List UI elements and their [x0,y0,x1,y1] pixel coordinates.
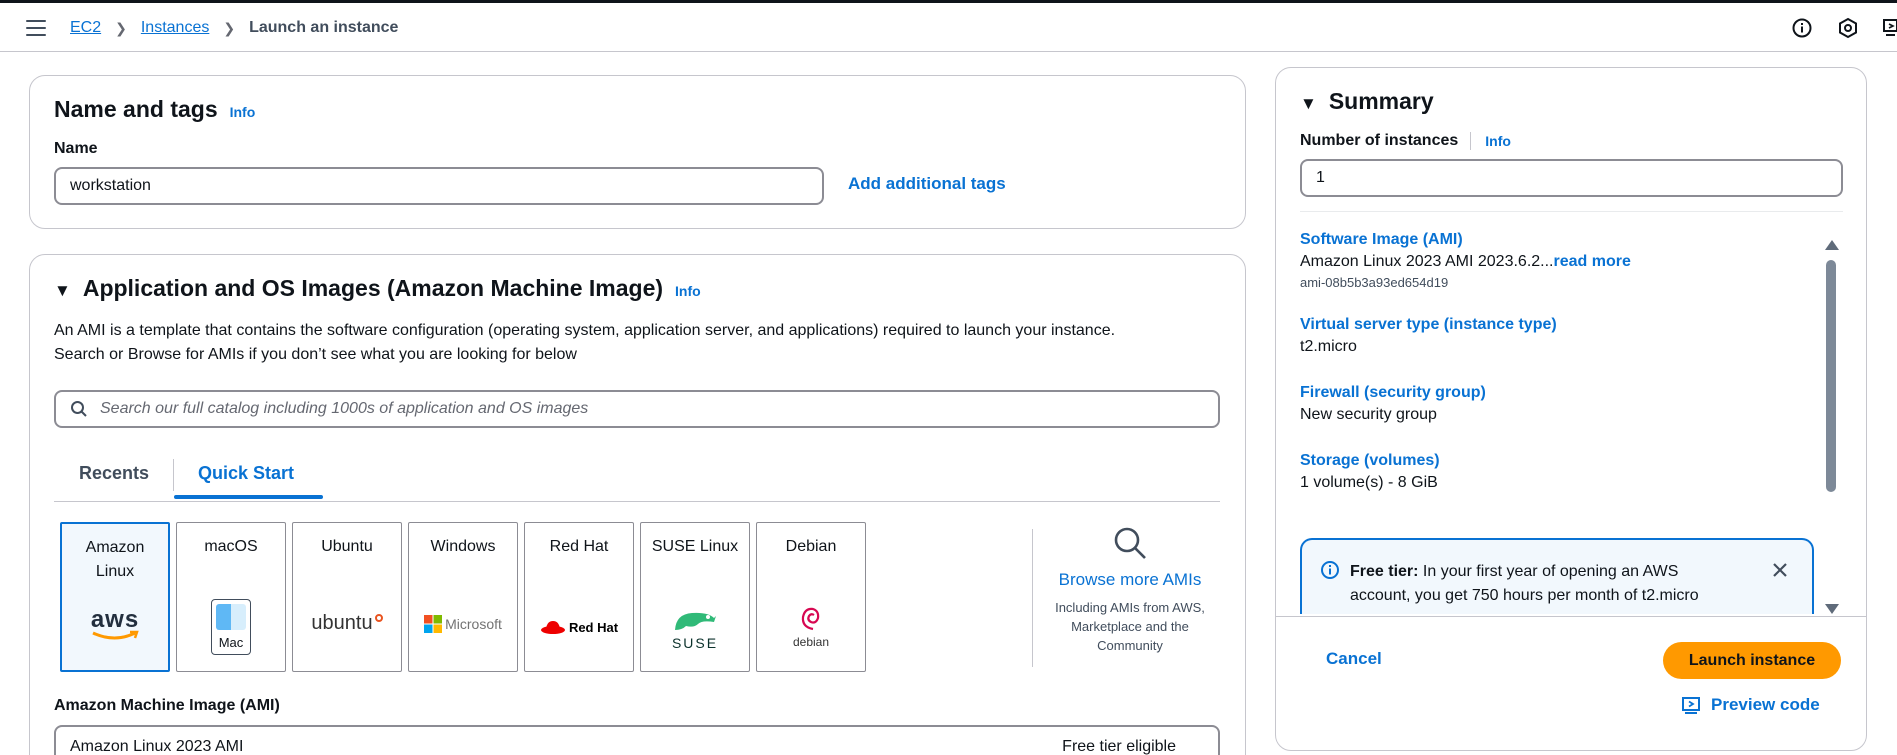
browse-more-amis-subtext: Including AMIs from AWS, Marketplace and… [1055,600,1205,653]
free-tier-label: Free tier: [1350,563,1419,580]
tiles-divider [1032,529,1033,667]
software-image-value: Amazon Linux 2023 AMI 2023.6.2... [1300,253,1554,270]
tile-label: macOS [204,538,258,555]
breadcrumb-current: Launch an instance [249,19,399,36]
tile-label: Ubuntu [321,538,373,555]
top-navigation-bar: EC2 ❯ Instances ❯ Launch an instance [0,0,1897,52]
scrollbar-thumb[interactable] [1826,260,1836,492]
suse-logo-icon: SUSE [641,608,749,651]
firewall-value: New security group [1300,406,1437,423]
number-of-instances-input[interactable]: 1 [1300,159,1843,197]
ami-info-link[interactable]: Info [675,283,701,299]
launch-instance-button[interactable]: Launch instance [1663,642,1841,679]
ami-tile-windows[interactable]: Windows Microsoft [408,522,518,672]
name-input-value: workstation [70,177,151,194]
storage-value: 1 volume(s) - 8 GiB [1300,474,1438,491]
search-icon [71,401,87,417]
breadcrumb-ec2-link[interactable]: EC2 [70,19,101,37]
preview-code-label: Preview code [1711,695,1820,714]
caret-down-icon[interactable]: ▼ [54,281,71,301]
name-label: Name [54,140,98,157]
tile-label: Amazon Linux [85,539,145,580]
summary-scrollbar[interactable] [1823,238,1839,616]
scroll-up-icon[interactable] [1825,240,1839,250]
name-and-tags-panel: Name and tags Info Name workstation Add … [29,75,1246,229]
ami-search-placeholder: Search our full catalog including 1000s … [100,400,589,417]
instance-type-link[interactable]: Virtual server type (instance type) [1300,316,1820,334]
scroll-down-icon[interactable] [1825,604,1839,614]
search-icon [1114,527,1146,559]
browse-more-amis-link[interactable]: Browse more AMIs [1050,570,1210,590]
ami-tile-ubuntu[interactable]: Ubuntu ubuntu [292,522,402,672]
tab-recents[interactable]: Recents [79,463,149,484]
chevron-right-icon: ❯ [223,19,236,36]
close-icon[interactable] [1772,562,1788,578]
debian-logo-icon: debian [757,605,865,649]
num-instances-info-link[interactable]: Info [1485,133,1511,149]
info-icon[interactable] [1791,17,1813,39]
ami-search-input[interactable]: Search our full catalog including 1000s … [54,390,1220,428]
ami-panel: ▼ Application and OS Images (Amazon Mach… [29,254,1246,755]
mac-finder-icon: Mac [177,599,285,655]
ami-id: ami-08b5b3a93ed654d19 [1300,275,1449,290]
number-of-instances-value: 1 [1316,169,1325,186]
screen-share-icon[interactable] [1883,17,1897,39]
name-and-tags-heading: Name and tags [54,96,218,122]
ami-select-label: Amazon Machine Image (AMI) [54,697,280,714]
software-image-link[interactable]: Software Image (AMI) [1300,231,1820,249]
ami-tile-suse-linux[interactable]: SUSE Linux SUSE [640,522,750,672]
browse-more-amis-card[interactable]: Browse more AMIs Including AMIs from AWS… [1050,525,1210,655]
free-tier-text-1: In your first year of opening an AWS [1418,563,1679,580]
read-more-link[interactable]: read more [1554,253,1631,270]
tabs-underline [54,501,1220,502]
ami-heading: Application and OS Images (Amazon Machin… [82,275,664,301]
summary-divider [1300,211,1843,212]
ami-tile-macos[interactable]: macOS Mac [176,522,286,672]
number-of-instances-label: Number of instances [1300,132,1459,149]
breadcrumb-instances-link[interactable]: Instances [141,19,209,37]
preview-code-button[interactable]: Preview code [1681,695,1820,715]
caret-down-icon[interactable]: ▼ [1300,94,1317,114]
ubuntu-logo-icon: ubuntu [293,612,401,635]
tile-label: Red Hat [549,538,609,555]
tab-active-indicator [174,495,323,499]
tile-label: Windows [430,538,496,555]
free-tier-eligible-badge: Free tier eligible [1062,738,1176,755]
storage-link[interactable]: Storage (volumes) [1300,452,1820,470]
name-tags-info-link[interactable]: Info [230,104,256,120]
summary-panel: ▼ Summary Number of instances Info 1 Sof… [1275,67,1867,751]
free-tier-alert: Free tier: In your first year of opening… [1300,538,1814,614]
name-input[interactable]: workstation [54,167,824,205]
free-tier-text-2: account, you get 750 hours per month of … [1350,587,1699,604]
aws-logo-icon: aws [62,608,168,644]
ami-tile-red-hat[interactable]: Red Hat Red Hat [524,522,634,672]
tile-label: SUSE Linux [651,538,739,555]
security-shield-icon[interactable] [1837,17,1859,39]
tab-quick-start[interactable]: Quick Start [198,463,294,484]
instance-type-value: t2.micro [1300,338,1357,355]
ami-tile-debian[interactable]: Debian debian [756,522,866,672]
ami-description-line2: Search or Browse for AMIs if you don’t s… [54,346,577,363]
summary-footer-divider [1276,616,1866,617]
ami-tile-amazon-linux[interactable]: Amazon Linux aws [60,522,170,672]
tile-label: Debian [785,538,837,555]
microsoft-logo-icon: Microsoft [409,615,517,633]
red-hat-logo-icon: Red Hat [525,619,633,635]
summary-heading: Summary [1328,88,1434,114]
ami-description-line1: An AMI is a template that contains the s… [54,322,1116,339]
info-icon [1321,561,1339,579]
breadcrumb: EC2 ❯ Instances ❯ Launch an instance [70,19,398,37]
cancel-button[interactable]: Cancel [1326,649,1382,669]
code-preview-icon [1682,697,1700,714]
tab-divider [173,459,174,491]
firewall-link[interactable]: Firewall (security group) [1300,384,1820,402]
ami-selected-value: Amazon Linux 2023 AMI [70,738,244,755]
chevron-right-icon: ❯ [115,19,127,36]
add-additional-tags-link[interactable]: Add additional tags [848,174,1006,194]
hamburger-menu-icon[interactable] [26,20,46,36]
ami-select[interactable]: Amazon Linux 2023 AMI Free tier eligible [54,725,1220,755]
